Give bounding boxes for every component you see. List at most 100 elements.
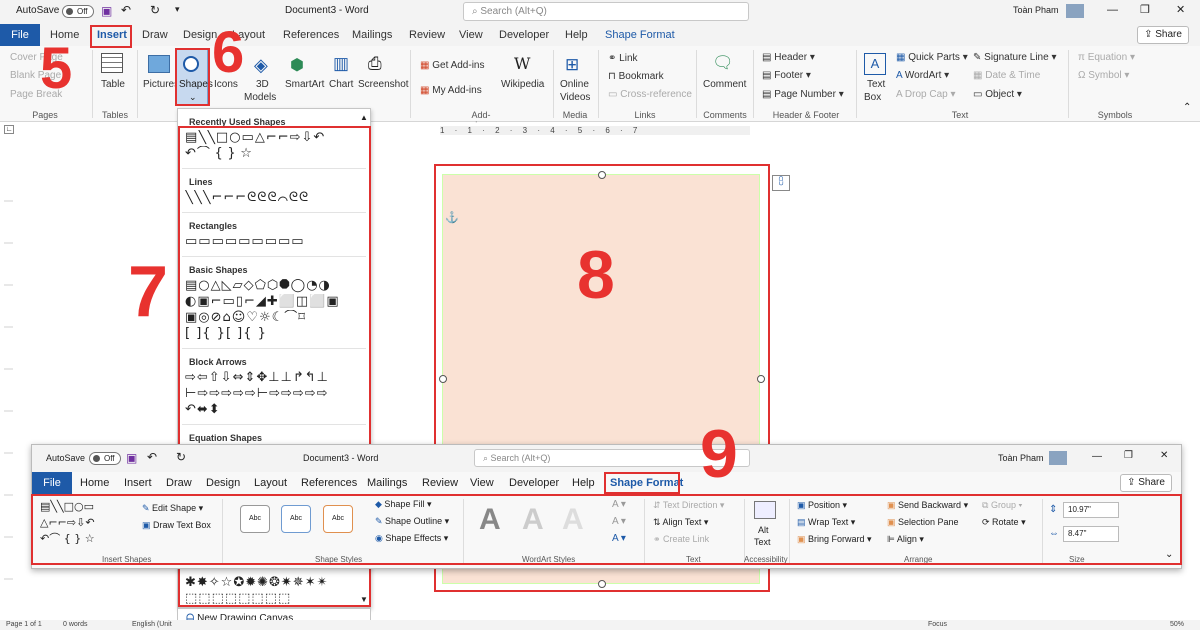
comment-button[interactable]: Comment bbox=[703, 79, 746, 90]
signature-line-button[interactable]: ✎ Signature Line ▾ bbox=[973, 52, 1056, 63]
share-button[interactable]: ⇪ Share bbox=[1137, 26, 1189, 44]
smartart-button[interactable]: SmartArt bbox=[285, 79, 324, 90]
tab-home[interactable]: Home bbox=[80, 477, 109, 489]
signature-line-label: Signature Line bbox=[984, 52, 1049, 63]
zoom-level[interactable]: 50% bbox=[1170, 621, 1184, 628]
tab-draw[interactable]: Draw bbox=[166, 477, 192, 489]
minimize-icon[interactable]: — bbox=[1107, 4, 1118, 16]
3d-models-icon[interactable]: ◈ bbox=[254, 55, 268, 76]
online-video-icon[interactable]: ⊞ bbox=[565, 55, 579, 75]
wikipedia-button[interactable]: Wikipedia bbox=[501, 79, 544, 90]
step-number-5: 5 bbox=[40, 36, 73, 101]
wordart-button[interactable]: A WordArt ▾ bbox=[896, 70, 949, 81]
quick-parts-button[interactable]: ▦ Quick Parts ▾ bbox=[896, 52, 968, 63]
text-label[interactable]: Text bbox=[867, 79, 885, 90]
close-icon[interactable]: ✕ bbox=[1176, 3, 1185, 16]
pictures-button[interactable]: Pictures bbox=[143, 79, 179, 90]
tab-layout[interactable]: Layout bbox=[254, 477, 287, 489]
page-number-button[interactable]: ▤ Page Number ▾ bbox=[762, 89, 844, 100]
tab-file[interactable]: File bbox=[0, 24, 40, 46]
equation-button[interactable]: π Equation ▾ bbox=[1078, 52, 1135, 63]
tab-developer[interactable]: Developer bbox=[499, 29, 549, 41]
tab-developer[interactable]: Developer bbox=[509, 477, 559, 489]
pictures-icon[interactable] bbox=[148, 55, 170, 73]
undo-icon[interactable]: ↶ bbox=[147, 450, 157, 464]
symbol-button[interactable]: Ω Symbol ▾ bbox=[1078, 70, 1129, 81]
date-time-button[interactable]: ▦ Date & Time bbox=[973, 70, 1040, 81]
avatar[interactable] bbox=[1066, 4, 1084, 18]
redo-icon[interactable]: ↻ bbox=[176, 450, 186, 464]
word-count[interactable]: 0 words bbox=[63, 621, 88, 628]
search-box[interactable]: ⌕ Search (Alt+Q) bbox=[463, 2, 749, 21]
tab-view[interactable]: View bbox=[459, 29, 483, 41]
tab-references[interactable]: References bbox=[301, 477, 357, 489]
avatar[interactable] bbox=[1049, 451, 1067, 465]
link-button[interactable]: ⚭ Link bbox=[608, 53, 638, 64]
divider bbox=[137, 50, 138, 118]
my-addins-button[interactable]: ▦ My Add-ins bbox=[420, 85, 482, 96]
tab-file[interactable]: File bbox=[32, 472, 72, 495]
vertical-ruler[interactable] bbox=[4, 160, 13, 600]
smartart-icon[interactable]: ⬢ bbox=[290, 55, 304, 75]
tab-references[interactable]: References bbox=[283, 29, 339, 41]
layout-options-icon[interactable]: ⩉ bbox=[772, 175, 790, 191]
header-button[interactable]: ▤ Header ▾ bbox=[762, 52, 815, 63]
bookmark-button[interactable]: ⊓ Bookmark bbox=[608, 71, 664, 82]
tab-review[interactable]: Review bbox=[409, 29, 445, 41]
save-icon[interactable]: ▣ bbox=[126, 451, 137, 465]
share-label: Share bbox=[1155, 29, 1182, 40]
tab-draw[interactable]: Draw bbox=[142, 29, 168, 41]
tab-shape-format[interactable]: Shape Format bbox=[605, 29, 675, 41]
tab-selector-icon[interactable]: ∟ bbox=[4, 125, 14, 134]
screenshot-icon[interactable]: ⎙ bbox=[368, 54, 382, 74]
redo-icon[interactable]: ↻ bbox=[150, 3, 160, 17]
cross-reference-button[interactable]: ▭ Cross-reference bbox=[608, 89, 692, 100]
drop-cap-button[interactable]: A Drop Cap ▾ bbox=[896, 89, 956, 100]
comment-icon[interactable]: 🗨 bbox=[712, 53, 734, 73]
chart-button[interactable]: Chart bbox=[329, 79, 353, 90]
models-label[interactable]: Models bbox=[244, 92, 276, 103]
tab-mailings[interactable]: Mailings bbox=[367, 477, 407, 489]
screenshot-button[interactable]: Screenshot bbox=[358, 79, 409, 90]
autosave-toggle[interactable]: Off bbox=[89, 452, 121, 465]
header-footer-group-label: Header & Footer bbox=[772, 110, 840, 120]
tab-help[interactable]: Help bbox=[572, 477, 595, 489]
tab-insert[interactable]: Insert bbox=[124, 477, 152, 489]
tab-design[interactable]: Design bbox=[206, 477, 240, 489]
minimize-icon[interactable]: — bbox=[1092, 451, 1102, 462]
undo-icon[interactable]: ↶ bbox=[121, 3, 131, 17]
collapse-ribbon-icon[interactable]: ⌃ bbox=[1183, 102, 1191, 113]
tab-mailings[interactable]: Mailings bbox=[352, 29, 392, 41]
horizontal-ruler[interactable]: 1 · 1 · 2 · 3 · 4 · 5 · 6 · 7 bbox=[440, 126, 750, 135]
tab-view[interactable]: View bbox=[470, 477, 494, 489]
restore-icon[interactable]: ❐ bbox=[1124, 450, 1133, 461]
3d-label[interactable]: 3D bbox=[256, 79, 269, 90]
footer-button[interactable]: ▤ Footer ▾ bbox=[762, 70, 811, 81]
chart-icon[interactable]: ▥ bbox=[333, 54, 349, 74]
object-icon: ▭ bbox=[973, 89, 986, 100]
get-addins-button[interactable]: ▦ Get Add-ins bbox=[420, 60, 485, 71]
tab-help[interactable]: Help bbox=[565, 29, 588, 41]
tab-review[interactable]: Review bbox=[422, 477, 458, 489]
share-button[interactable]: ⇪ Share bbox=[1120, 474, 1172, 492]
wikipedia-icon[interactable]: W bbox=[514, 54, 530, 73]
restore-icon[interactable]: ❐ bbox=[1140, 3, 1150, 16]
table-button[interactable]: Table bbox=[101, 79, 125, 90]
text-box-icon[interactable]: A bbox=[864, 53, 886, 75]
autosave-toggle[interactable]: Off bbox=[62, 5, 94, 18]
page-count[interactable]: Page 1 of 1 bbox=[6, 621, 42, 628]
object-label: Object bbox=[985, 89, 1015, 100]
save-icon[interactable]: ▣ bbox=[101, 4, 112, 18]
videos-label[interactable]: Videos bbox=[560, 92, 590, 103]
scroll-up-icon[interactable]: ▲ bbox=[360, 113, 368, 122]
table-icon[interactable] bbox=[101, 53, 123, 73]
object-button[interactable]: ▭ Object ▾ bbox=[973, 89, 1022, 100]
language-indicator[interactable]: English (Unit bbox=[132, 621, 172, 628]
online-label[interactable]: Online bbox=[560, 79, 589, 90]
close-icon[interactable]: ✕ bbox=[1160, 450, 1168, 461]
comments-group-label: Comments bbox=[703, 110, 747, 120]
customize-icon[interactable]: ▾ bbox=[175, 4, 180, 15]
box-label[interactable]: Box bbox=[864, 92, 881, 103]
bookmark-icon: ⊓ bbox=[608, 71, 619, 82]
focus-button[interactable]: Focus bbox=[928, 621, 947, 628]
